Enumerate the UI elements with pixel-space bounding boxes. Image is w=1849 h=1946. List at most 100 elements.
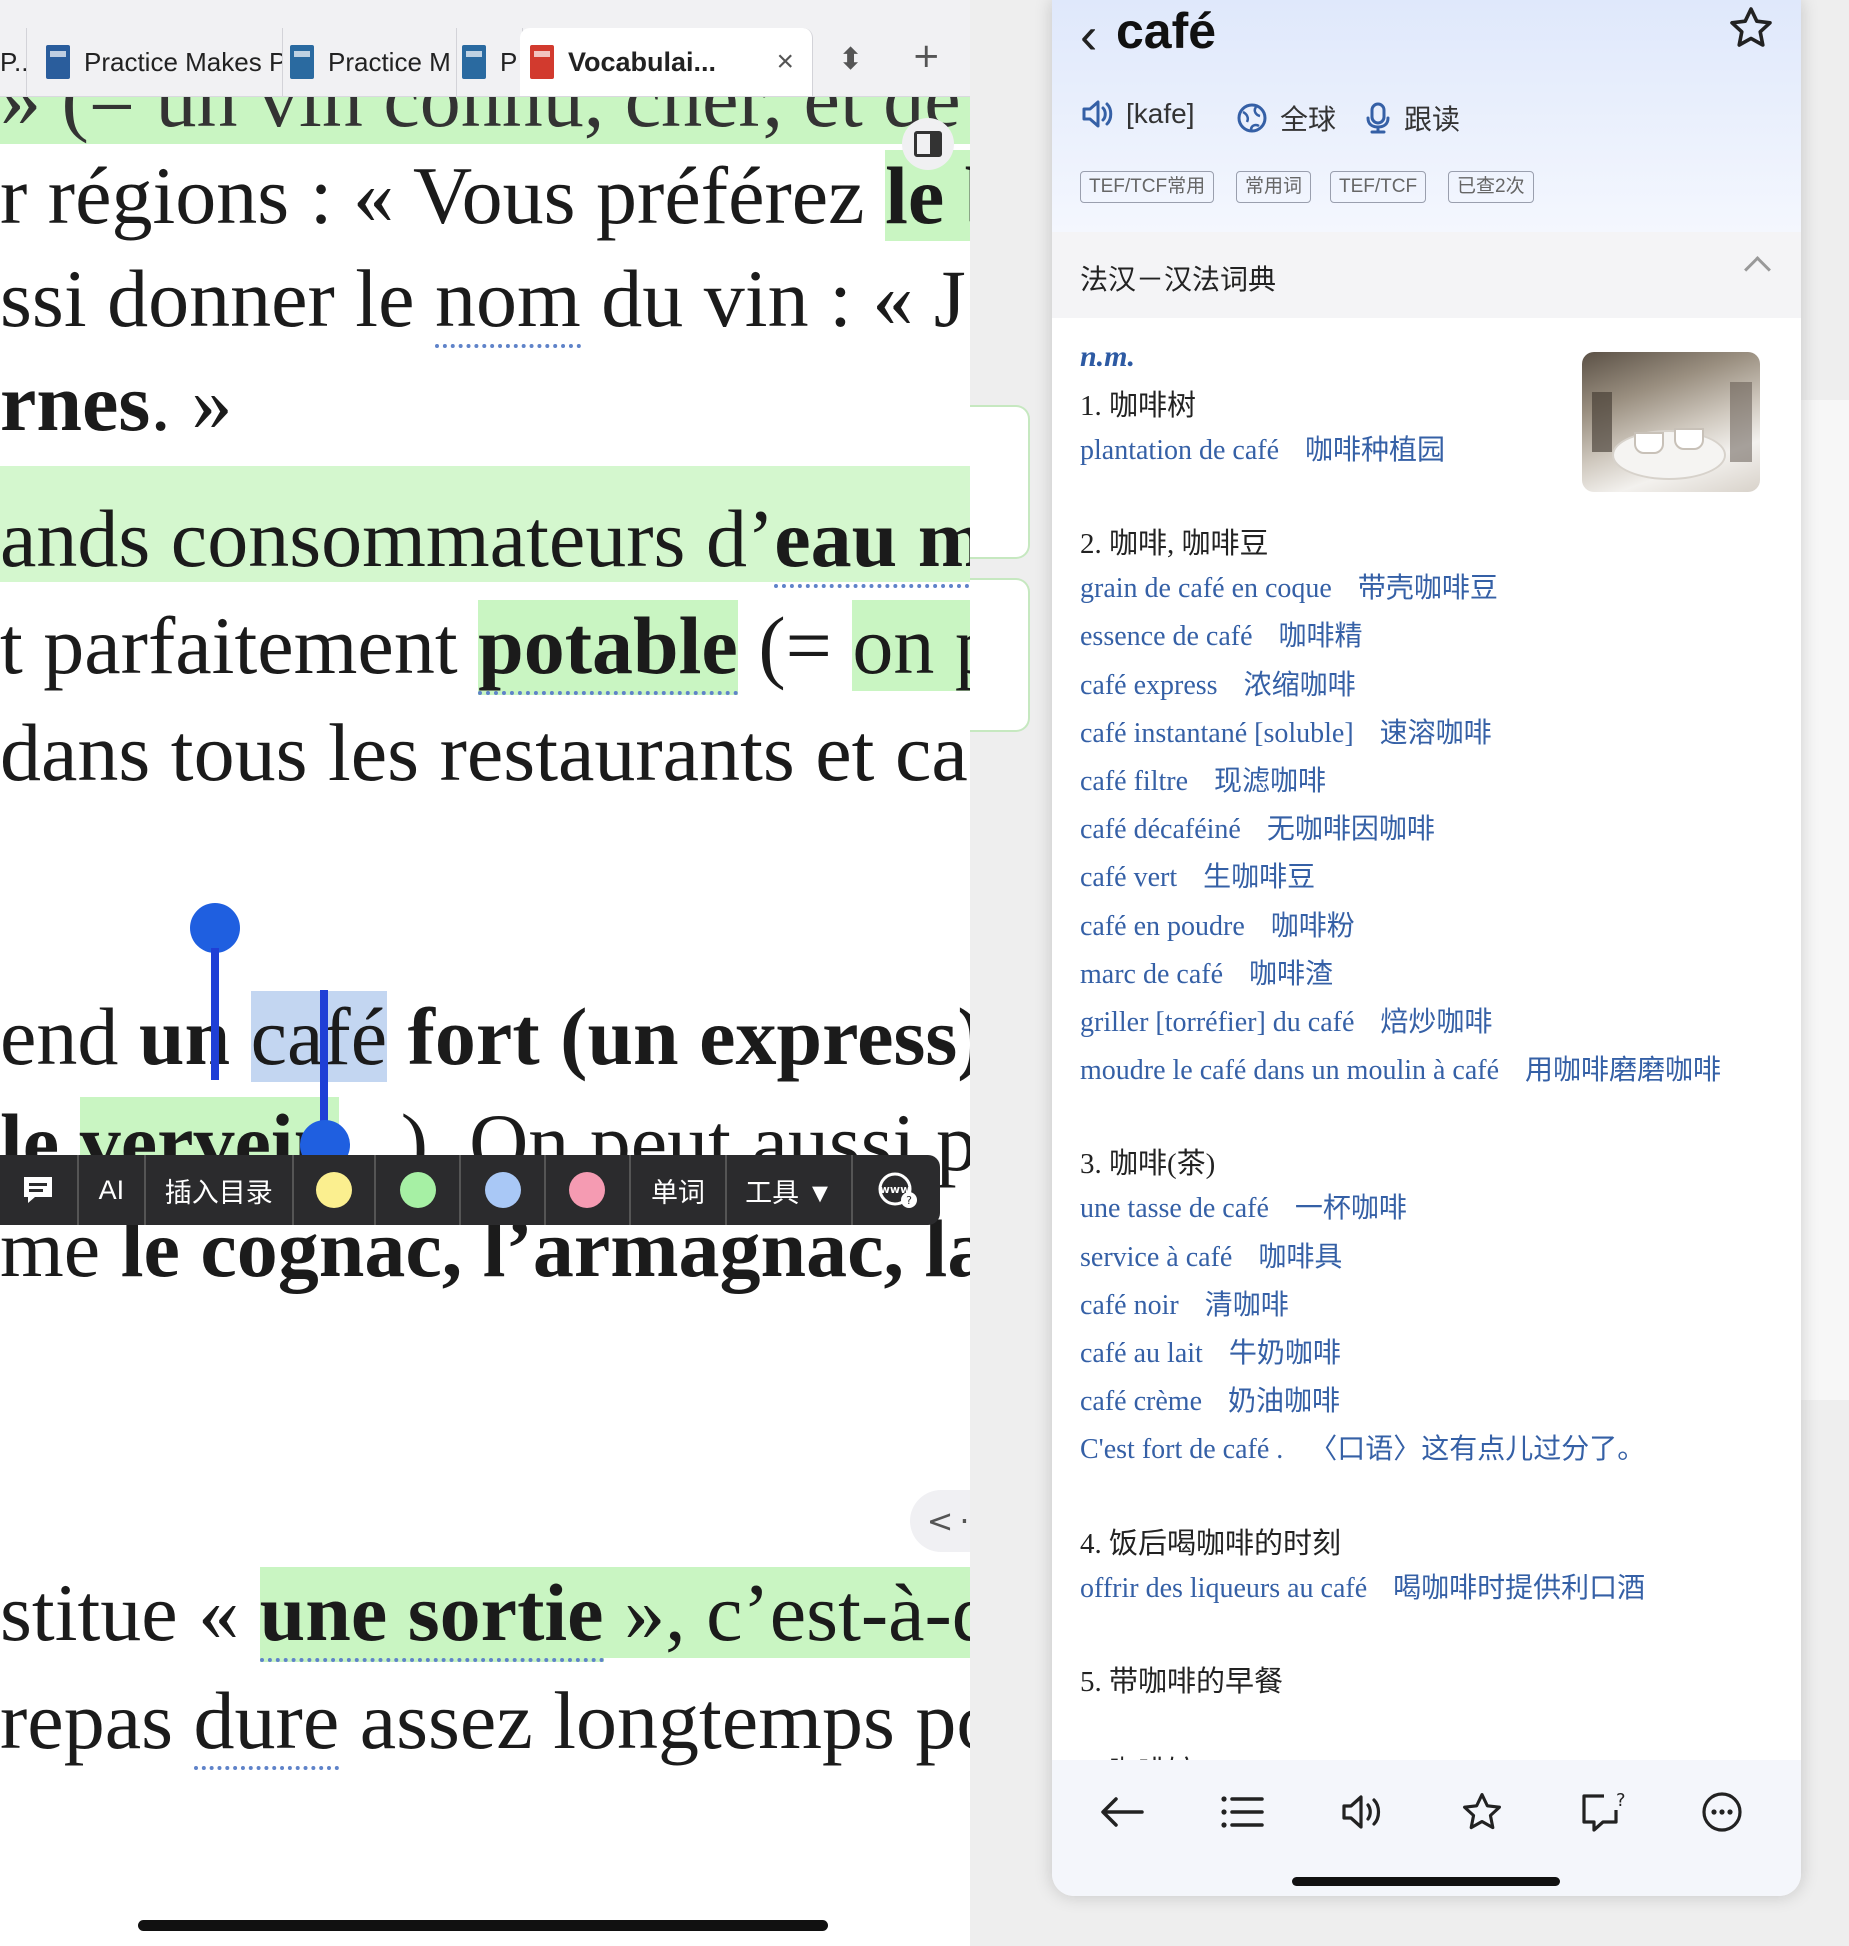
example-chinese: 咖啡粉 [1270,910,1355,942]
tab-2[interactable]: Practice M [284,28,457,96]
chevron-up-icon[interactable] [1744,256,1771,283]
tab-1[interactable]: Practice Makes P [40,28,283,96]
example-row[interactable]: café en poudre 咖啡粉 [1080,904,1355,944]
highlight-green-button[interactable] [376,1155,462,1225]
example-row[interactable]: grain de café en coque 带壳咖啡豆 [1080,566,1498,606]
tag: 已查2次 [1448,171,1534,203]
example-row[interactable]: plantation de café 咖啡种植园 [1080,428,1445,468]
example-chinese: 无咖啡因咖啡 [1266,814,1435,846]
insert-toc-button[interactable]: 插入目录 [146,1155,294,1225]
follow-read[interactable]: 跟读 [1364,98,1460,138]
web-search-icon: www ? [878,1172,917,1208]
example-row[interactable]: moudre le café dans un moulin à café 用咖啡磨… [1080,1048,1721,1088]
list-icon[interactable] [1212,1782,1272,1842]
example-row[interactable]: service à café 咖啡具 [1080,1235,1342,1275]
highlight-yellow-button[interactable] [294,1155,377,1225]
example-chinese: 咖啡种植园 [1305,435,1446,466]
tab-label: Vocabulai... [568,46,717,77]
phonetic: [kafe] [1126,98,1195,129]
sense-heading: 5. 带咖啡的早餐 [1080,1665,1284,1698]
svg-text:?: ? [906,1194,912,1207]
dictionary-section-header[interactable]: 法汉－汉法词典 [1052,232,1801,318]
selection-start-handle[interactable] [190,903,240,953]
ai-button[interactable]: AI [79,1155,146,1225]
example-row[interactable]: café vert 生咖啡豆 [1080,855,1315,895]
note-button[interactable] [0,1155,79,1225]
sidebar-toggle-icon[interactable] [902,118,954,170]
example-row[interactable]: café crème 奶油咖啡 [1080,1379,1340,1419]
example-row[interactable]: marc de café 咖啡渣 [1080,952,1333,992]
example-french: plantation de café [1080,435,1280,466]
tag: TEF/TCF常用 [1080,171,1215,203]
book-icon [290,45,314,79]
example-row[interactable]: café décaféiné 无咖啡因咖啡 [1080,807,1435,847]
pdf-line: r régions : « Vous préférez le bo [0,150,970,241]
back-arrow-icon[interactable] [1092,1782,1152,1842]
example-french: griller [torréfier] du café [1080,1007,1355,1038]
book-icon [46,45,70,79]
example-french: offrir des liqueurs au café [1080,1572,1368,1604]
example-row[interactable]: une tasse de café 一杯咖啡 [1080,1186,1407,1226]
book-icon [530,45,554,79]
example-french: café instantané [soluble] [1080,717,1354,749]
pdf-line: dans tous les restaurants et caf [0,707,970,798]
example-french: café au lait [1080,1338,1203,1369]
example-chinese: 生咖啡豆 [1203,862,1316,894]
sense-heading: 4. 饭后喝咖啡的时刻 [1080,1527,1342,1560]
pdf-line: end un café fort (un express) o [0,991,970,1082]
more-icon[interactable] [1692,1782,1752,1842]
reorder-tabs-icon[interactable]: ⬍ [838,42,863,77]
example-chinese: 带壳咖啡豆 [1357,573,1498,605]
global-pronunciation[interactable]: 全球 [1236,98,1336,138]
example-chinese: 清咖啡 [1204,1289,1289,1321]
highlight-pink-button[interactable] [546,1155,631,1225]
example-row[interactable]: café express 浓缩咖啡 [1080,663,1356,703]
example-chinese: 速溶咖啡 [1379,717,1492,749]
feedback-icon[interactable]: ? [1572,1782,1632,1842]
example-row[interactable]: café instantané [soluble] 速溶咖啡 [1080,711,1492,751]
example-row[interactable]: offrir des liqueurs au café 喝咖啡时提供利口酒 [1080,1566,1645,1606]
web-search-button[interactable]: www ? [853,1155,940,1225]
example-row[interactable]: C'est fort de café . 〈口语〉这有点儿过分了。 [1080,1427,1645,1467]
pdf-line: ands consommateurs d’eau mi [0,493,970,588]
close-icon[interactable]: × [776,45,794,79]
pronunciation[interactable]: [kafe] [1080,98,1194,130]
page-nav[interactable]: <·> [910,1490,970,1552]
example-french: C'est fort de café . [1080,1434,1284,1466]
example-chinese: 咖啡具 [1258,1241,1343,1273]
highlight-blue-button[interactable] [461,1155,546,1225]
tab-label: Practice Makes P [84,46,283,77]
example-row[interactable]: griller [torréfier] du café 焙炒咖啡 [1080,1000,1492,1040]
favorite-star-icon[interactable] [1727,4,1775,52]
tools-button[interactable]: 工具 ▼ [727,1155,854,1225]
example-row[interactable]: café filtre 现滤咖啡 [1080,759,1326,799]
pdf-reader: P... Practice Makes P Practice M P Vocab… [0,0,970,1946]
example-french: moudre le café dans un moulin à café [1080,1055,1500,1087]
sense-heading: 1. 咖啡树 [1080,390,1197,422]
example-row[interactable]: café noir 清咖啡 [1080,1283,1289,1323]
global-label: 全球 [1280,104,1337,135]
example-chinese: 用咖啡磨磨咖啡 [1525,1055,1722,1087]
star-icon[interactable] [1452,1782,1512,1842]
globe-icon [1237,103,1267,133]
word-button[interactable]: 单词 [631,1155,728,1225]
annotation-toolbar: AI 插入目录 单词 工具 ▼ www ? [0,1155,940,1225]
example-chinese: 浓缩咖啡 [1243,669,1356,701]
home-indicator [138,1920,828,1931]
back-chevron-icon[interactable]: ‹ [1080,6,1097,66]
example-french: une tasse de café [1080,1193,1269,1225]
tab-vocabulaire[interactable]: Vocabulai... × [520,28,813,96]
tab-3[interactable]: P [458,28,523,96]
selected-word[interactable]: café [250,991,388,1082]
cafe-image[interactable] [1582,352,1760,492]
tab-0[interactable]: P... [0,28,27,96]
example-row[interactable]: essence de café 咖啡精 [1080,614,1363,654]
example-french: café express [1080,669,1218,701]
example-chinese: 焙炒咖啡 [1380,1007,1493,1038]
add-tab-icon[interactable]: + [912,36,941,76]
speaker-icon[interactable] [1332,1782,1392,1842]
example-chinese: 喝咖啡时提供利口酒 [1393,1572,1646,1604]
example-row[interactable]: café au lait 牛奶咖啡 [1080,1331,1341,1371]
sense-heading: 3. 咖啡(茶) [1080,1148,1216,1181]
pdf-line: t parfaitement potable (= on pe [0,600,970,695]
